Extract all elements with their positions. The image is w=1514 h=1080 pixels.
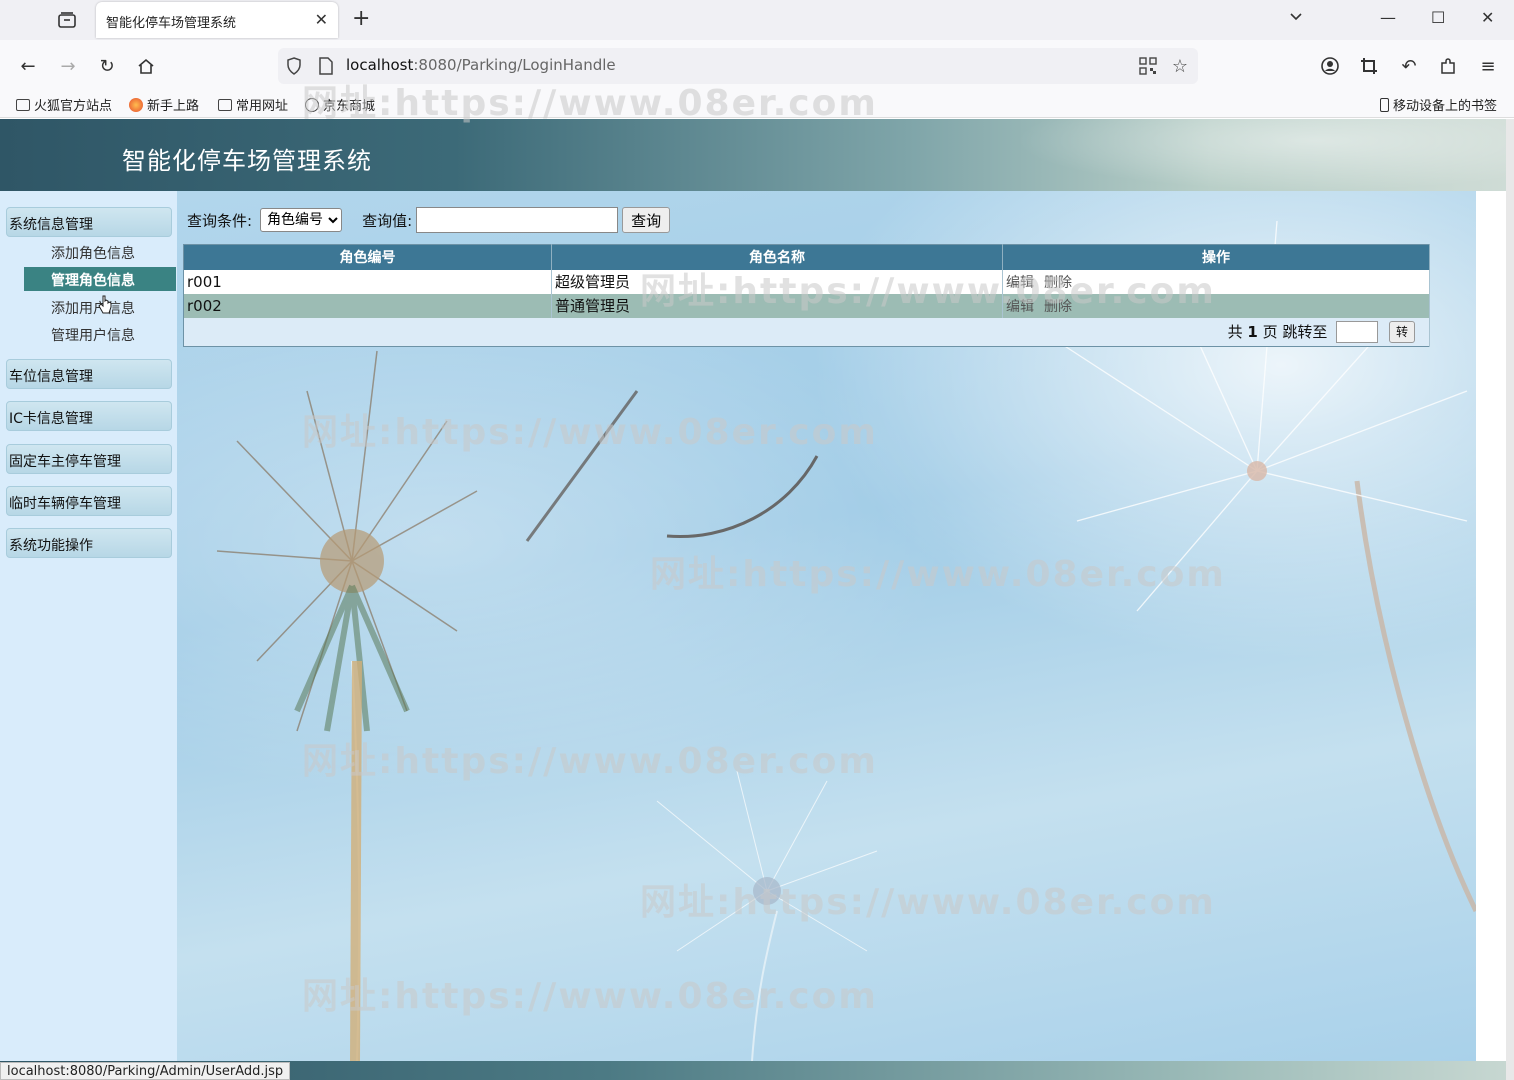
qr-code-icon[interactable]: [1138, 56, 1158, 76]
role-name-cell: 超级管理员: [551, 269, 1003, 294]
query-bar: 查询条件: 角色编号 查询值: 查询: [187, 207, 671, 233]
cursor-icon: [98, 295, 112, 314]
account-icon[interactable]: [1318, 54, 1342, 78]
menu-group-system-ops[interactable]: 系统功能操作: [6, 528, 172, 558]
column-header: 操作: [1002, 244, 1430, 270]
query-condition-select[interactable]: 角色编号: [260, 208, 343, 232]
bookmark-item[interactable]: 新手上路: [129, 95, 199, 114]
sidebar: 系统信息管理 添加角色信息 管理角色信息 添加用户信息 管理用户信息 车位信息管…: [0, 191, 177, 1061]
maximize-icon[interactable]: ☐: [1431, 8, 1445, 27]
mobile-bookmarks[interactable]: 移动设备上的书签: [1380, 95, 1497, 114]
scrollbar[interactable]: [1506, 119, 1514, 1080]
role-id-cell: r001: [183, 269, 552, 294]
bookmarks-toolbar: 火狐官方站点 新手上路 常用网址 京东商城 移动设备上的书签: [0, 92, 1514, 118]
close-tab-icon[interactable]: ✕: [315, 10, 328, 29]
page-icon: [316, 56, 336, 76]
role-name-cell: 普通管理员: [551, 293, 1003, 318]
home-icon[interactable]: [134, 54, 158, 78]
jump-page-input[interactable]: [1336, 321, 1379, 343]
operations-cell: 编辑 删除: [1002, 269, 1430, 294]
menu-group-parking-space[interactable]: 车位信息管理: [6, 359, 172, 389]
query-condition-label: 查询条件:: [187, 211, 253, 230]
edit-link[interactable]: 编辑: [1006, 275, 1034, 291]
jump-button[interactable]: 转: [1388, 321, 1415, 343]
close-window-icon[interactable]: ✕: [1481, 8, 1494, 27]
globe-icon: [305, 97, 319, 112]
folder-icon: [16, 98, 30, 111]
minimize-icon[interactable]: —: [1380, 8, 1396, 27]
page-count: 1: [1247, 322, 1258, 341]
query-button[interactable]: 查询: [622, 207, 671, 233]
sidebar-item-manage-role[interactable]: 管理角色信息: [24, 267, 176, 291]
edit-link[interactable]: 编辑: [1006, 299, 1034, 315]
back-icon[interactable]: ←: [16, 54, 40, 78]
web-page: 智能化停车场管理系统 系统信息管理 添加角色信息 管理角色信息 添加用户信息 管…: [0, 119, 1514, 1080]
forward-icon[interactable]: →: [56, 54, 80, 78]
folder-icon: [218, 98, 232, 111]
delete-link[interactable]: 删除: [1044, 299, 1072, 315]
tab-list-icon[interactable]: [52, 8, 82, 32]
address-bar[interactable]: localhost:8080/Parking/LoginHandle ☆: [278, 48, 1198, 84]
sidebar-item-manage-user[interactable]: 管理用户信息: [24, 322, 176, 346]
bookmark-item[interactable]: 京东商城: [305, 95, 375, 114]
delete-link[interactable]: 删除: [1044, 275, 1072, 291]
mobile-icon: [1380, 97, 1389, 112]
menu-group-ic-card[interactable]: IC卡信息管理: [6, 401, 172, 431]
table-header-row: 角色编号 角色名称 操作: [183, 244, 1430, 270]
bookmark-item[interactable]: 火狐官方站点: [16, 95, 112, 114]
status-bar-url: localhost:8080/Parking/Admin/UserAdd.jsp: [0, 1062, 291, 1080]
browser-tab-bar: 智能化停车场管理系统 ✕ + — ☐ ✕: [0, 0, 1514, 40]
menu-icon[interactable]: ≡: [1476, 54, 1500, 78]
new-tab-icon[interactable]: +: [352, 6, 370, 31]
url-text: localhost:8080/Parking/LoginHandle: [346, 56, 616, 74]
firefox-icon: [129, 97, 143, 112]
operations-cell: 编辑 删除: [1002, 293, 1430, 318]
chevron-down-icon[interactable]: [1288, 8, 1304, 28]
extensions-icon[interactable]: [1436, 54, 1460, 78]
page-header: 智能化停车场管理系统: [0, 119, 1514, 191]
table-row: r001 超级管理员 编辑 删除: [183, 269, 1430, 294]
crop-icon[interactable]: [1357, 54, 1381, 78]
pager: 共 1 页 跳转至 转: [183, 317, 1430, 347]
bookmark-item[interactable]: 常用网址: [218, 95, 288, 114]
reload-icon[interactable]: ↻: [95, 54, 119, 78]
browser-tab-active[interactable]: 智能化停车场管理系统 ✕: [96, 2, 338, 38]
undo-icon[interactable]: ↶: [1397, 54, 1421, 78]
shield-icon[interactable]: [284, 56, 304, 76]
tab-title: 智能化停车场管理系统: [106, 16, 237, 31]
role-table: 角色编号 角色名称 操作 r001 超级管理员 编辑删除 r002 普通管理员: [183, 244, 1430, 347]
menu-group-temp-vehicle[interactable]: 临时车辆停车管理: [6, 486, 172, 516]
column-header: 角色编号: [183, 244, 552, 270]
menu-group-fixed-owner[interactable]: 固定车主停车管理: [6, 444, 172, 474]
bookmark-star-icon[interactable]: ☆: [1170, 56, 1190, 77]
pager-row: 共 1 页 跳转至 转: [183, 317, 1430, 347]
column-header: 角色名称: [551, 244, 1003, 270]
sidebar-item-add-role[interactable]: 添加角色信息: [24, 240, 176, 264]
page-right-margin: [1476, 191, 1506, 1061]
menu-group-system-info[interactable]: 系统信息管理: [6, 207, 172, 237]
app-title: 智能化停车场管理系统: [122, 147, 372, 175]
query-value-label: 查询值:: [362, 211, 413, 230]
query-value-input[interactable]: [416, 207, 619, 233]
browser-nav-bar: ← → ↻ localhost:8080/Parking/LoginHandle…: [0, 40, 1514, 92]
role-id-cell: r002: [183, 293, 552, 318]
table-row: r002 普通管理员 编辑 删除: [183, 293, 1430, 318]
main-content: 查询条件: 角色编号 查询值: 查询 角色编号 角色名称 操作 r001 超级管…: [177, 191, 1476, 1061]
